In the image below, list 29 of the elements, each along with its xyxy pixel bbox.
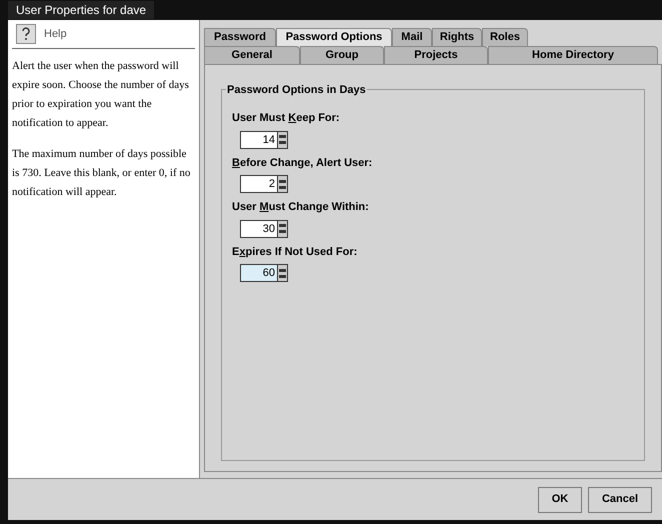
help-icon[interactable] xyxy=(16,24,36,44)
tab[interactable]: Group xyxy=(300,46,384,64)
ok-button[interactable]: OK xyxy=(538,486,582,512)
field-label: User Must Keep For: xyxy=(232,111,341,126)
help-text: The maximum number of days possible is 730. Leave this blank, or enter 0, if no notification will appear. xyxy=(12,147,192,200)
tab[interactable]: Rights xyxy=(432,28,482,46)
number-field[interactable]: 30 xyxy=(240,220,278,238)
window-title: User Properties for dave xyxy=(8,1,154,19)
tab[interactable]: Password Options xyxy=(276,28,392,46)
field-label: User Must Change Within: xyxy=(232,200,370,215)
tab[interactable]: General xyxy=(204,46,300,64)
help-text: Alert the user when the password will expire soon. Choose the number of days prior to expiration you want the notification to appear. xyxy=(12,59,190,131)
field-label: Before Change, Alert User: xyxy=(232,156,374,170)
number-field[interactable]: 14 xyxy=(240,130,278,148)
help-title: Help xyxy=(44,26,67,42)
tab[interactable]: Home Directory xyxy=(488,46,658,64)
spinner-arrows-icon[interactable] xyxy=(278,175,288,193)
field-label: Expires If Not Used For: xyxy=(232,244,358,260)
spinner-arrows-icon[interactable] xyxy=(278,130,288,148)
tab[interactable]: Roles xyxy=(482,28,528,46)
spinner-arrows-icon[interactable] xyxy=(278,220,288,238)
cancel-button[interactable]: Cancel xyxy=(588,486,652,512)
number-field[interactable]: 60 xyxy=(240,264,278,282)
spinner-arrows-icon[interactable] xyxy=(278,264,288,282)
tab[interactable]: Mail xyxy=(392,28,432,46)
tab[interactable]: Password xyxy=(204,28,276,46)
tab[interactable]: Projects xyxy=(384,46,488,64)
group-title: Password Options in Days xyxy=(226,82,367,98)
number-field[interactable]: 2 xyxy=(240,175,278,193)
